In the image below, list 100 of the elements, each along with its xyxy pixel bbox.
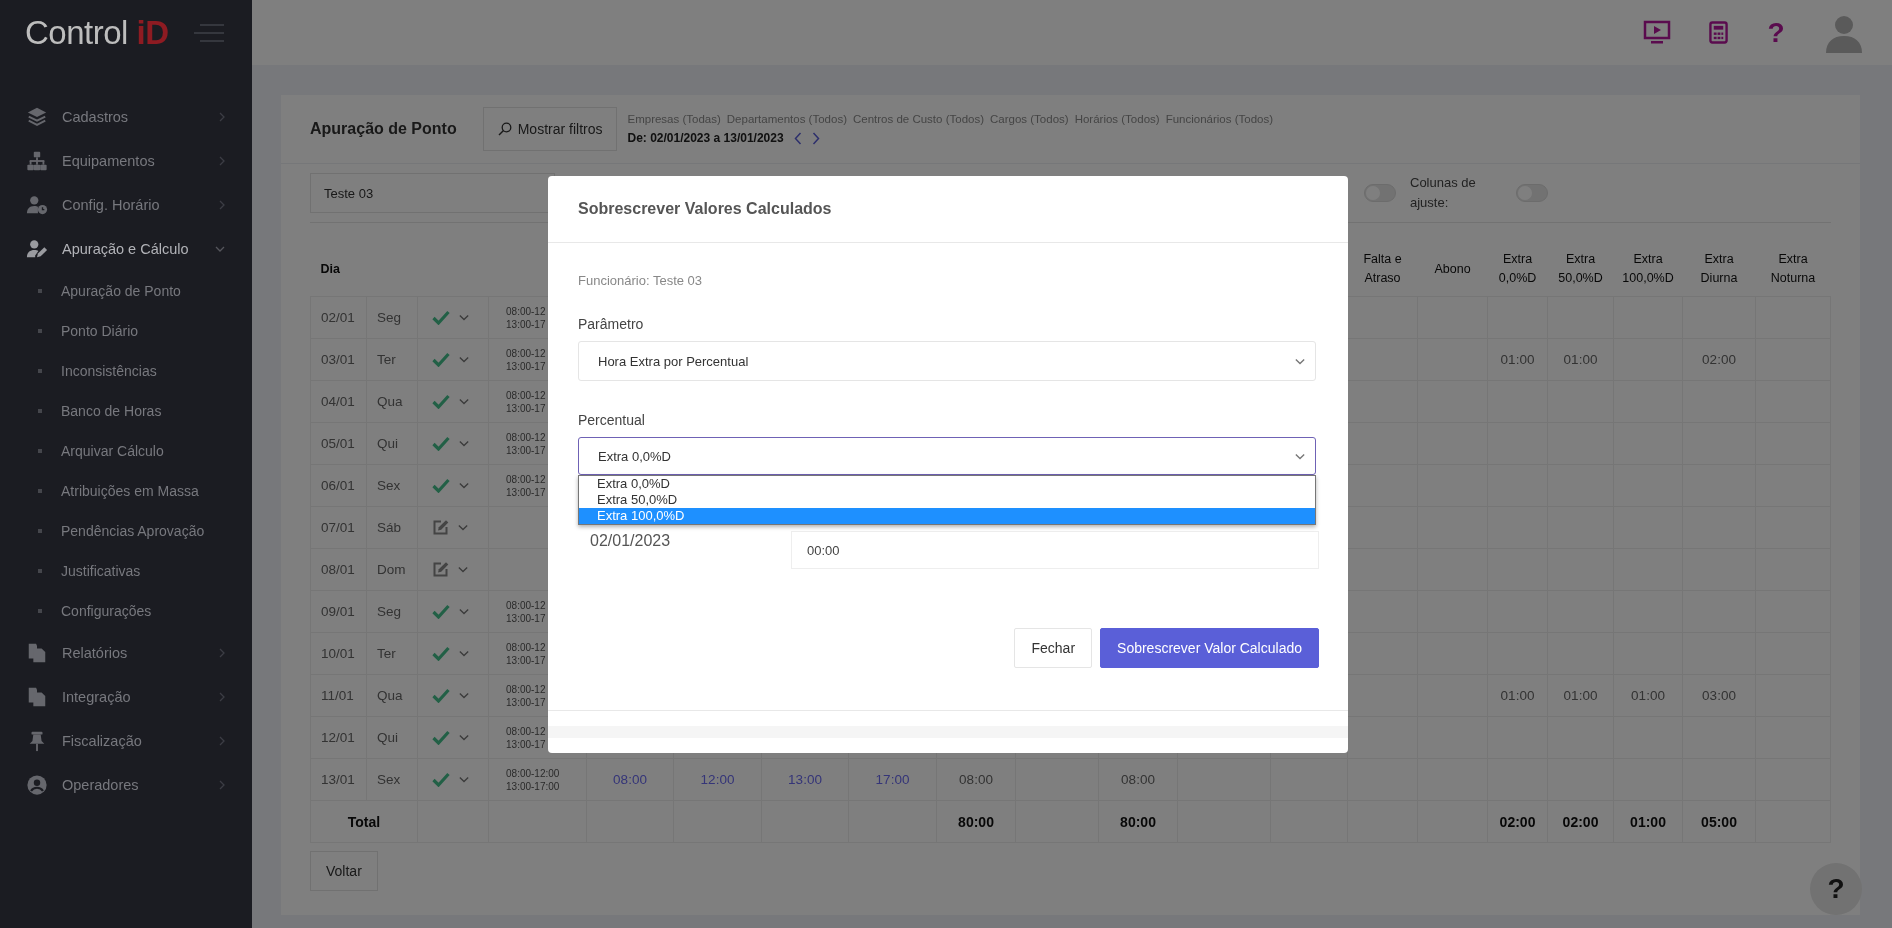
table-cell: 80:00: [936, 800, 1016, 843]
back-button[interactable]: Voltar: [310, 851, 378, 891]
search-icon: [497, 122, 512, 136]
chevron-down-icon: [459, 398, 469, 405]
table-cell: 01:00: [1487, 338, 1548, 381]
bullet-icon: [38, 609, 42, 613]
show-filters-button[interactable]: Mostrar filtros: [482, 107, 618, 151]
sidebar-item[interactable]: Apuração e Cálculo: [0, 227, 252, 271]
table-cell: 08:00: [586, 758, 674, 801]
table-cell: Qua: [366, 674, 418, 717]
table-cell: 10/01: [310, 632, 367, 675]
table-cell: Qui: [366, 422, 418, 465]
sidebar-subitem[interactable]: Inconsistências: [0, 351, 252, 391]
bullet-icon: [38, 529, 42, 533]
bullet-icon: [38, 489, 42, 493]
table-cell: 07/01: [310, 506, 367, 549]
date-text: 02/01/2023: [589, 531, 672, 551]
edit-icon[interactable]: [432, 519, 449, 536]
table-cell: 17:00: [848, 758, 937, 801]
edit-icon[interactable]: [432, 561, 449, 578]
close-button[interactable]: Fechar: [1014, 628, 1093, 668]
column-header: Dia: [310, 242, 418, 297]
sidebar-item[interactable]: Cadastros: [0, 95, 252, 139]
dropdown-option[interactable]: Extra 50,0%D: [579, 492, 1315, 508]
table-cell: Sex: [366, 758, 418, 801]
sidebar-item[interactable]: Fiscalização: [0, 719, 252, 763]
table-cell: Sex: [366, 464, 418, 507]
sidebar-item[interactable]: Config. Horário: [0, 183, 252, 227]
user-pencil-icon: [25, 238, 49, 260]
table-cell: 04/01: [310, 380, 367, 423]
table-cell: 02:00: [1682, 338, 1756, 381]
select-field[interactable]: Extra 0,0%D: [578, 437, 1316, 475]
chevron-down-icon: [458, 566, 468, 573]
sidebar-item[interactable]: Equipamentos: [0, 139, 252, 183]
column-header: Extra Noturna: [1755, 242, 1831, 297]
check-icon: [432, 772, 450, 787]
dropdown-option[interactable]: Extra 0,0%D: [579, 476, 1315, 492]
check-icon: [432, 352, 450, 367]
filter-label: Centros de Custo (Todos): [852, 113, 984, 125]
chevron-down-icon: [459, 776, 469, 783]
table-cell: 02/01: [310, 296, 367, 339]
calculator-icon[interactable]: [1709, 21, 1728, 44]
chevron-down-icon: [459, 356, 469, 363]
toggle-label: Colunas de ajuste:: [1410, 174, 1477, 212]
table-cell: Total: [310, 800, 418, 843]
sidebar-item[interactable]: Operadores: [0, 763, 252, 807]
sidebar-subitem[interactable]: Configurações: [0, 591, 252, 631]
schedule-text: 08:00-12 13:00-17: [506, 683, 546, 708]
chevron-down-icon: [459, 440, 469, 447]
chevron-left-icon[interactable]: [793, 131, 802, 145]
column-header: Extra 100,0%D: [1613, 242, 1683, 297]
check-icon: [432, 436, 450, 451]
field-label: Parâmetro: [578, 316, 645, 332]
filter-label: Empresas (Todas): [627, 113, 721, 125]
table-cell: Ter: [366, 338, 418, 381]
schedule-text: 08:00-12 13:00-17: [506, 389, 546, 414]
table-cell: Qua: [366, 380, 418, 423]
table-cell: 02:00: [1487, 800, 1548, 843]
check-icon: [432, 688, 450, 703]
schedule-text: 08:00-12 13:00-17: [506, 431, 546, 456]
select-field[interactable]: Hora Extra por Percentual: [578, 341, 1316, 381]
sidebar-item[interactable]: Relatórios: [0, 631, 252, 675]
sidebar-subitem[interactable]: Apuração de Ponto: [0, 271, 252, 311]
monitor-play-icon[interactable]: [1643, 19, 1671, 46]
user-clock-icon: [25, 194, 49, 216]
schedule-text: 08:00-12 13:00-17: [506, 473, 546, 498]
sidebar-subitem[interactable]: Arquivar Cálculo: [0, 431, 252, 471]
table-cell: Ter: [366, 632, 418, 675]
chevron-down-icon: [458, 524, 468, 531]
time-field[interactable]: 00:00: [791, 531, 1319, 569]
table-cell: 05/01: [310, 422, 367, 465]
sidebar-subitem[interactable]: Justificativas: [0, 551, 252, 591]
sitemap-icon: [25, 150, 49, 172]
check-icon: [432, 604, 450, 619]
schedule-text: 08:00-12 13:00-17: [506, 305, 546, 330]
sidebar-subitem[interactable]: Banco de Horas: [0, 391, 252, 431]
table-cell: 03/01: [310, 338, 367, 381]
table-cell: 01:00: [1547, 338, 1614, 381]
sidebar-subitem[interactable]: Atribuições em Massa: [0, 471, 252, 511]
bullet-icon: [38, 449, 42, 453]
schedule-text: 08:00-12 13:00-17: [506, 599, 546, 624]
dropdown-option[interactable]: Extra 100,0%D: [579, 508, 1315, 524]
sidebar-item[interactable]: Integração: [0, 675, 252, 719]
table-cell: 01:00: [1613, 800, 1683, 843]
table-cell: Seg: [366, 296, 418, 339]
submit-button[interactable]: Sobrescrever Valor Calculado: [1100, 628, 1319, 668]
sidebar-subitem[interactable]: Ponto Diário: [0, 311, 252, 351]
schedule-text: 08:00-12 13:00-17: [506, 347, 546, 372]
employee-select[interactable]: Teste 03: [310, 173, 555, 213]
table-cell: 01:00: [1487, 674, 1548, 717]
table-cell: 08:00: [936, 758, 1016, 801]
menu-icon[interactable]: [194, 23, 224, 42]
table-cell: 01:00: [1547, 674, 1614, 717]
table-cell: 08/01: [310, 548, 367, 591]
chevron-right-icon[interactable]: [811, 131, 820, 145]
sidebar-subitem[interactable]: Pendências Aprovação: [0, 511, 252, 551]
table-cell: 03:00: [1682, 674, 1756, 717]
column-header: Abono: [1417, 242, 1488, 297]
help-button[interactable]: ?: [1766, 16, 1786, 49]
table-cell: 05:00: [1682, 800, 1756, 843]
